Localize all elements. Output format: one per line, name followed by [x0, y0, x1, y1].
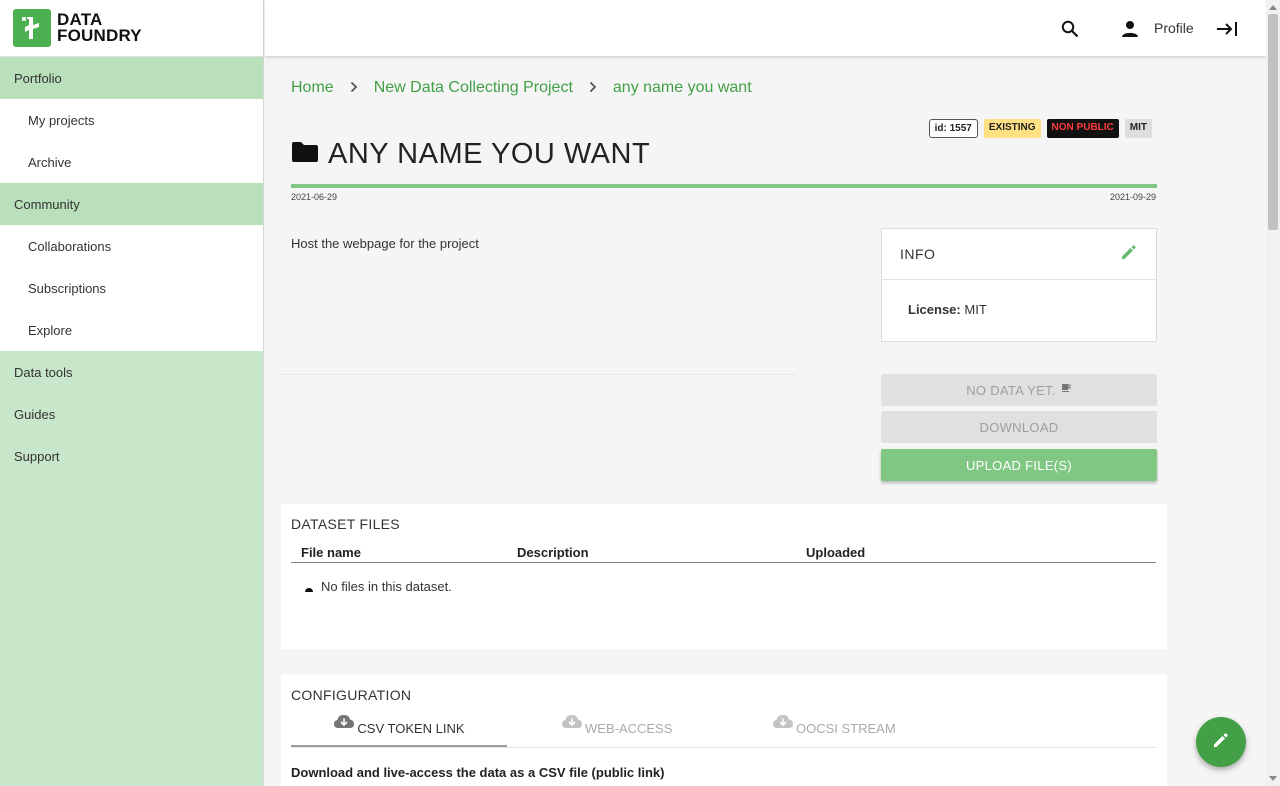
sidebar-item-label: Archive [28, 154, 72, 170]
info-title: INFO [900, 246, 936, 262]
cloud-download-icon [561, 713, 583, 732]
scrollbar[interactable] [1266, 0, 1280, 786]
info-license: License: MIT [882, 280, 1156, 339]
configuration-title: CONFIGURATION [291, 687, 412, 703]
column-header[interactable]: Description [517, 545, 589, 560]
configuration-card: CONFIGURATION CSV TOKEN LINK WEB-ACCESS … [281, 675, 1167, 786]
info-card: INFO License: MIT [881, 228, 1157, 342]
tab-oocsi-stream[interactable]: OOCSI STREAM [772, 713, 896, 747]
sidebar-item-label: Collaborations [28, 238, 112, 254]
sidebar-item-label: Community [14, 196, 80, 212]
column-header[interactable]: Uploaded [806, 545, 865, 560]
sidebar-item-label: Data tools [14, 364, 73, 380]
no-data-button[interactable]: NO DATA YET. [881, 374, 1157, 406]
sidebar-item-label: My projects [28, 112, 95, 128]
sidebar-item-label: Portfolio [14, 70, 62, 86]
sidebar-item-archive[interactable]: Archive [0, 141, 263, 183]
breadcrumb-home[interactable]: Home [291, 79, 334, 97]
files-table-header: File name Description Uploaded [291, 544, 1156, 563]
no-data-label: NO DATA YET. [966, 382, 1056, 398]
dataset-files-title: DATASET FILES [291, 516, 400, 532]
top-bar: Profile [265, 0, 1266, 57]
license-badge: MIT [1124, 119, 1152, 138]
timeline-progress [291, 184, 1157, 188]
title-row: ANY NAME YOU WANT [291, 138, 650, 171]
license-value: MIT [964, 302, 987, 317]
license-label: License: [908, 302, 961, 317]
divider [281, 374, 797, 375]
person-icon[interactable] [1119, 18, 1141, 40]
sidebar-item-collaborations[interactable]: Collaborations [0, 225, 263, 267]
logout-icon[interactable] [1216, 18, 1238, 40]
sidebar-item-label: Support [14, 448, 60, 464]
sidebar-item-subscriptions[interactable]: Subscriptions [0, 267, 263, 309]
cloud-download-icon [772, 713, 794, 732]
breadcrumb: Home New Data Collecting Project any nam… [291, 79, 752, 97]
chevron-right-icon [350, 80, 358, 96]
breadcrumb-project[interactable]: New Data Collecting Project [374, 79, 573, 97]
sidebar-item-portfolio[interactable]: Portfolio [0, 57, 263, 99]
status-badge: EXISTING [983, 119, 1041, 138]
folder-icon [291, 141, 319, 168]
sidebar: DATA FOUNDRY Portfolio My projects Archi… [0, 0, 264, 786]
configuration-heading: Download and live-access the data as a C… [291, 765, 665, 780]
cloud-download-icon [333, 713, 355, 732]
tab-label: OOCSI STREAM [796, 721, 896, 736]
sidebar-item-support[interactable]: Support [0, 435, 263, 477]
start-date: 2021-06-29 [291, 192, 338, 202]
dataset-files-card: DATASET FILES File name Description Uplo… [281, 504, 1167, 649]
sidebar-item-community[interactable]: Community [0, 183, 263, 225]
project-description: Host the webpage for the project [291, 236, 479, 251]
tab-web-access[interactable]: WEB-ACCESS [561, 713, 672, 747]
end-date: 2021-09-29 [1110, 192, 1157, 202]
tab-label: WEB-ACCESS [585, 721, 673, 736]
chevron-right-icon [589, 80, 597, 96]
tabs-divider [291, 747, 1156, 748]
download-button[interactable]: DOWNLOAD [881, 411, 1157, 443]
scrollbar-thumb[interactable] [1268, 14, 1278, 230]
badge-group: id: 1557 EXISTING NON PUBLIC MIT [928, 119, 1152, 138]
sidebar-item-label: Subscriptions [28, 280, 107, 296]
tab-csv-token-link[interactable]: CSV TOKEN LINK [291, 713, 507, 747]
sidebar-item-label: Explore [28, 322, 73, 338]
profile-link[interactable]: Profile [1154, 20, 1194, 36]
edit-icon[interactable] [1120, 243, 1138, 266]
dot-icon [305, 587, 313, 592]
sidebar-item-my-projects[interactable]: My projects [0, 99, 263, 141]
download-label: DOWNLOAD [979, 419, 1059, 435]
search-icon[interactable] [1059, 18, 1081, 40]
logo-line2: FOUNDRY [57, 26, 142, 45]
empty-files-text: No files in this dataset. [321, 579, 452, 594]
scroll-down-icon[interactable] [1269, 776, 1277, 781]
tab-label: CSV TOKEN LINK [357, 721, 465, 736]
coffee-icon [1061, 381, 1072, 396]
empty-files-row: No files in this dataset. [305, 579, 452, 594]
pencil-icon [1212, 731, 1230, 754]
visibility-badge: NON PUBLIC [1046, 119, 1119, 138]
sidebar-item-data-tools[interactable]: Data tools [0, 351, 263, 393]
id-badge: id: 1557 [928, 119, 978, 138]
page-title: ANY NAME YOU WANT [328, 138, 651, 170]
upload-files-button[interactable]: UPLOAD FILE(S) [881, 449, 1157, 481]
project-timeline [291, 184, 1157, 188]
logo[interactable]: DATA FOUNDRY [0, 0, 263, 57]
column-header[interactable]: File name [301, 545, 361, 560]
data-foundry-logo-icon [13, 9, 51, 47]
sidebar-item-label: Guides [14, 406, 56, 422]
edit-fab-button[interactable] [1196, 717, 1246, 767]
breadcrumb-current[interactable]: any name you want [613, 79, 752, 97]
sidebar-item-guides[interactable]: Guides [0, 393, 263, 435]
upload-label: UPLOAD FILE(S) [965, 457, 1073, 473]
sidebar-item-explore[interactable]: Explore [0, 309, 263, 351]
scroll-up-icon[interactable] [1269, 5, 1277, 10]
